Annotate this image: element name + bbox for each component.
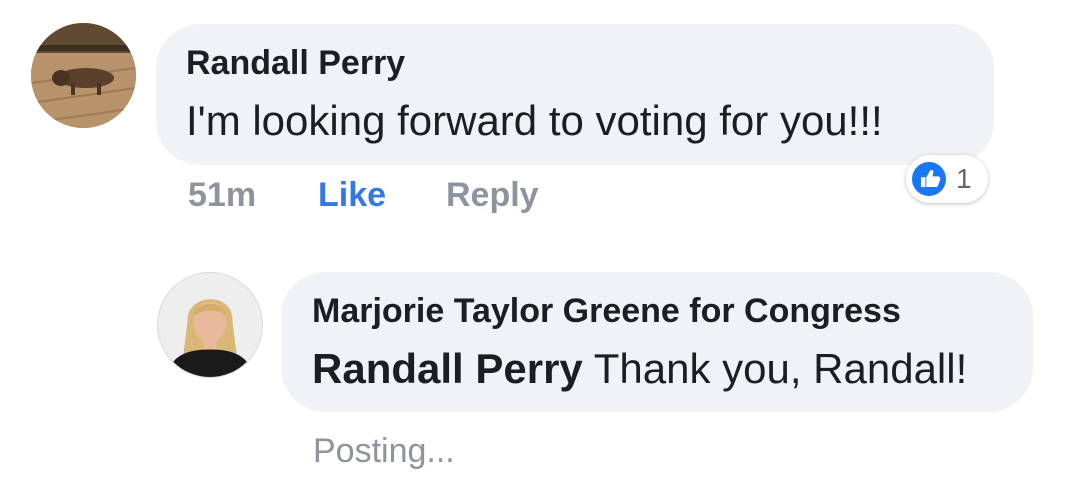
reply-mention-link[interactable]: Randall Perry [312,345,583,392]
comment-text: I'm looking forward to voting for you!!! [186,97,883,144]
reply-button[interactable]: Reply [446,176,539,215]
comment-author-avatar[interactable] [31,23,136,128]
woman-avatar-icon [158,273,262,377]
comment-timestamp[interactable]: 51m [188,176,256,215]
reply-bubble: Marjorie Taylor Greene for Congress Rand… [281,272,1033,412]
reply-text: Thank you, Randall! [582,345,968,392]
reply-author-avatar[interactable] [157,272,263,378]
comment-thread: Randall Perry I'm looking forward to vot… [0,0,1080,504]
reaction-summary[interactable]: 1 [906,155,988,203]
like-button[interactable]: Like [318,176,386,215]
comment-author-name[interactable]: Randall Perry [186,44,405,83]
posting-status: Posting... [313,432,455,470]
reaction-count: 1 [956,163,972,194]
dog-avatar-icon [31,23,136,128]
reply-text-line: Randall Perry Thank you, Randall! [312,345,967,393]
comment-bubble: Randall Perry I'm looking forward to vot… [156,24,994,165]
thumbs-up-icon [910,160,948,198]
reply-author-name[interactable]: Marjorie Taylor Greene for Congress [312,292,901,331]
